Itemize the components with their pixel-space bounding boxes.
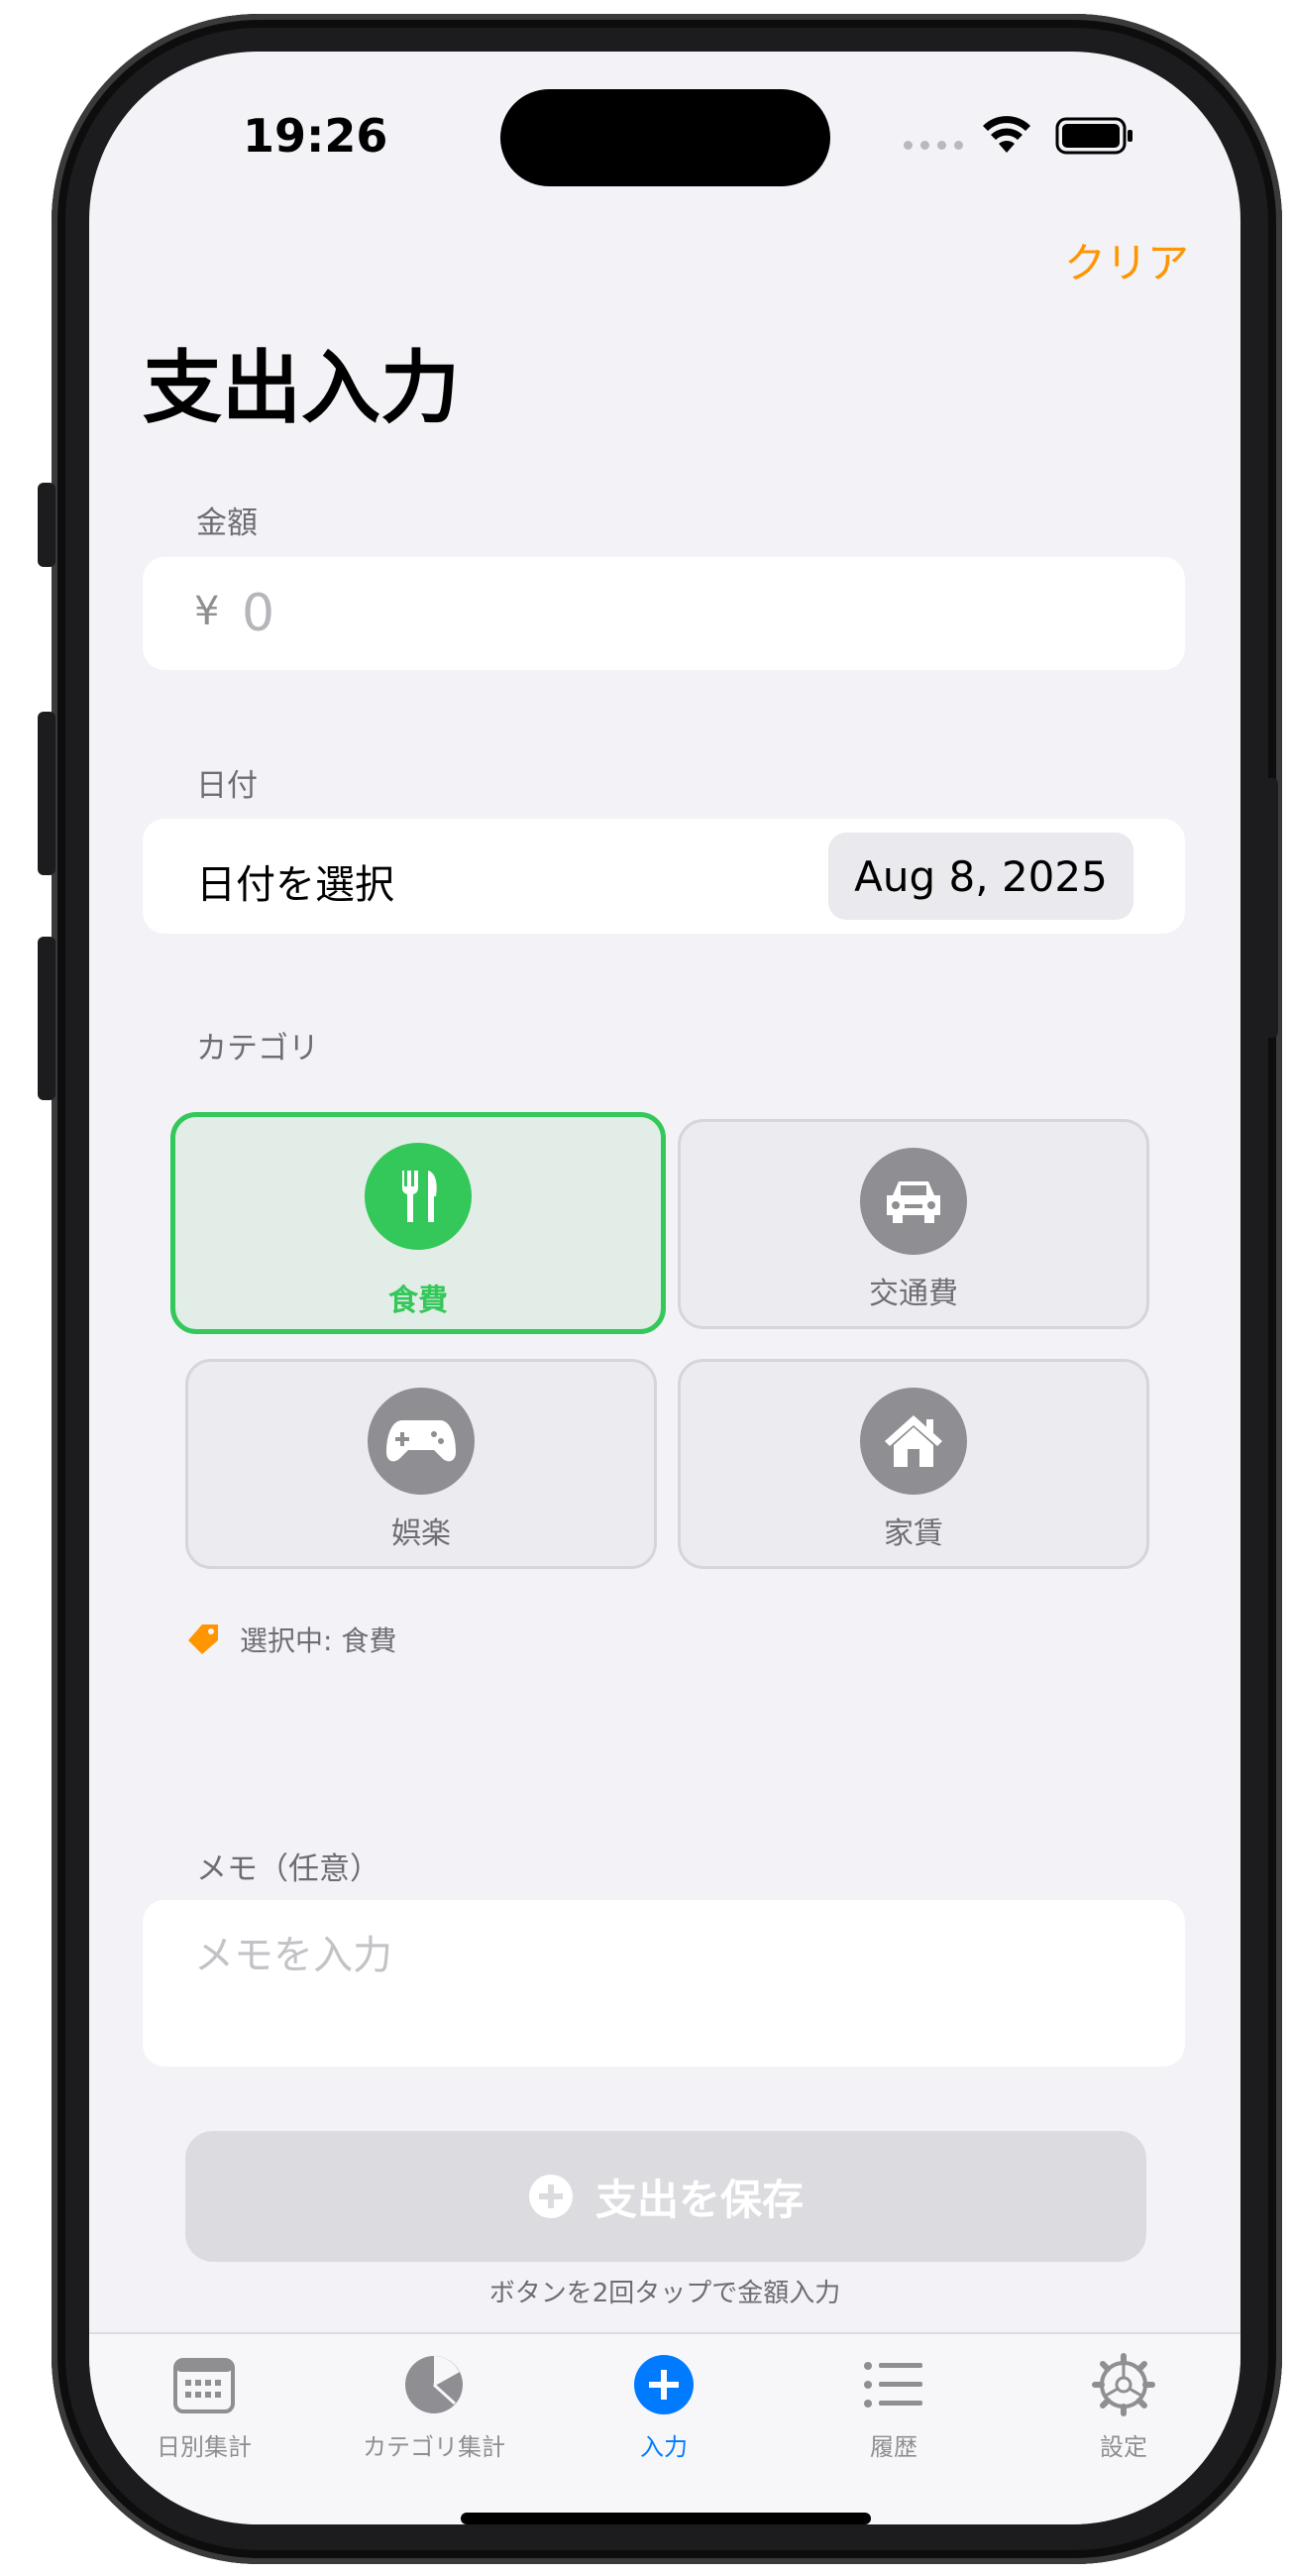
- save-hint-text: ボタンを2回タップで金額入力: [488, 2279, 841, 2308]
- date-picker-button[interactable]: Aug 8, 2025: [828, 833, 1133, 920]
- action-button: [38, 483, 55, 567]
- selected-category-indicator: 選択中: 食費: [184, 1620, 396, 1659]
- tab-category-summary[interactable]: カテゴリ集計: [319, 2352, 549, 2471]
- clear-button[interactable]: クリア: [1064, 230, 1189, 290]
- volume-down-button: [38, 937, 55, 1100]
- list-icon: [864, 2362, 922, 2408]
- gear-icon: [1092, 2353, 1155, 2416]
- tab-label: 入力: [640, 2433, 688, 2461]
- power-button: [1258, 778, 1278, 1038]
- save-expense-button[interactable]: 支出を保存: [185, 2131, 1146, 2262]
- memo-input[interactable]: [194, 1926, 1135, 1985]
- category-section-label: カテゴリ: [196, 1031, 319, 1066]
- memo-card: [143, 1900, 1185, 2067]
- pie-chart-icon: [405, 2356, 463, 2413]
- date-section-label: 日付: [196, 768, 258, 804]
- save-button-label: 支出を保存: [594, 2175, 804, 2224]
- tab-daily-summary[interactable]: 日別集計: [89, 2352, 319, 2471]
- tab-label: 日別集計: [157, 2433, 252, 2461]
- date-card: 日付を選択 Aug 8, 2025: [143, 819, 1185, 934]
- tab-history[interactable]: 履歴: [779, 2352, 1009, 2471]
- volume-up-button: [38, 712, 55, 875]
- app-screen: 19:26 クリア 支出入力 金額 ¥ 日付 日付を選択 Aug 8, 2025…: [89, 52, 1240, 2524]
- tab-input[interactable]: 入力: [549, 2352, 779, 2471]
- category-transport-button[interactable]: 交通費: [678, 1119, 1149, 1329]
- memo-section-label: メモ（任意）: [196, 1851, 380, 1887]
- category-label: 家賃: [884, 1516, 943, 1551]
- plus-circle-icon: [634, 2355, 694, 2414]
- tab-label: 履歴: [870, 2433, 917, 2461]
- amount-input[interactable]: [242, 571, 1133, 656]
- wifi-icon: [983, 116, 1030, 153]
- calendar-icon: [173, 2358, 235, 2413]
- date-row-label: 日付を選択: [196, 862, 394, 908]
- game-controller-icon: [368, 1388, 475, 1495]
- house-icon: [860, 1388, 967, 1495]
- home-indicator[interactable]: [461, 2513, 871, 2524]
- dynamic-island: [500, 89, 830, 186]
- tab-label: 設定: [1100, 2433, 1147, 2461]
- status-time: 19:26: [243, 109, 388, 163]
- category-food-button[interactable]: 食費: [170, 1112, 666, 1334]
- amount-card: ¥: [143, 557, 1185, 670]
- battery-icon: [1055, 117, 1132, 155]
- tab-bar: 日別集計 カテゴリ集計 入力 履歴 設定: [89, 2332, 1240, 2524]
- currency-symbol: ¥: [194, 589, 220, 634]
- plus-circle-icon: [528, 2175, 573, 2218]
- amount-section-label: 金額: [196, 505, 258, 541]
- category-label: 娯楽: [391, 1516, 451, 1551]
- selected-category-text: 選択中: 食費: [240, 1624, 397, 1657]
- category-label: 交通費: [869, 1277, 958, 1311]
- tab-label: カテゴリ集計: [363, 2433, 505, 2461]
- car-icon: [860, 1148, 967, 1255]
- fork-knife-icon: [365, 1143, 472, 1250]
- category-entertainment-button[interactable]: 娯楽: [185, 1359, 657, 1569]
- cellular-signal-icon: [904, 141, 963, 150]
- page-title: 支出入力: [143, 342, 460, 434]
- tab-settings[interactable]: 設定: [1009, 2352, 1239, 2471]
- category-rent-button[interactable]: 家賃: [678, 1359, 1149, 1569]
- tag-icon: [188, 1624, 218, 1654]
- category-label: 食費: [388, 1284, 448, 1318]
